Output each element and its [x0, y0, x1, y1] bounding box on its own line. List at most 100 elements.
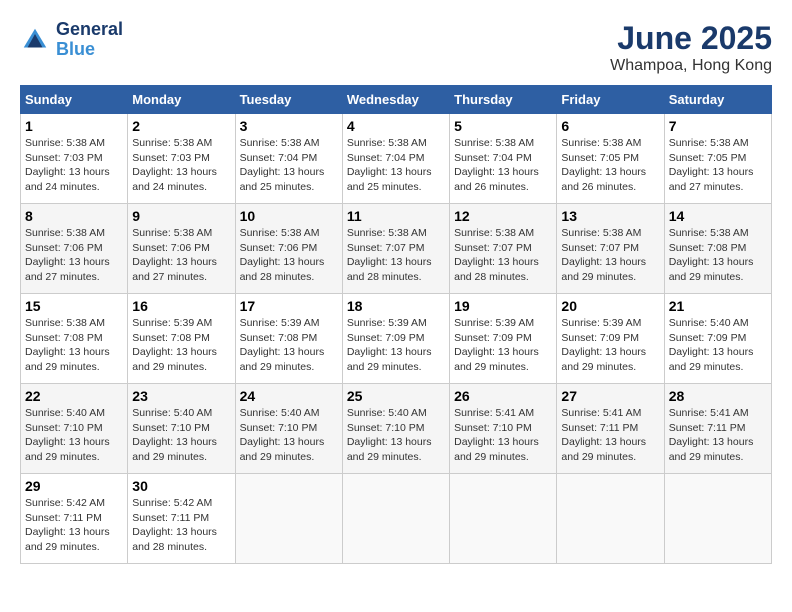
- day-number: 2: [132, 118, 230, 134]
- day-info: Sunrise: 5:40 AMSunset: 7:10 PMDaylight:…: [132, 407, 217, 463]
- day-number: 12: [454, 208, 552, 224]
- day-number: 21: [669, 298, 767, 314]
- calendar-cell: 4 Sunrise: 5:38 AMSunset: 7:04 PMDayligh…: [342, 114, 449, 204]
- logo-text: General Blue: [56, 20, 123, 60]
- day-info: Sunrise: 5:38 AMSunset: 7:06 PMDaylight:…: [25, 227, 110, 283]
- day-number: 22: [25, 388, 123, 404]
- calendar-cell: 9 Sunrise: 5:38 AMSunset: 7:06 PMDayligh…: [128, 204, 235, 294]
- calendar-week-row: 1 Sunrise: 5:38 AMSunset: 7:03 PMDayligh…: [21, 114, 772, 204]
- weekday-header: Saturday: [664, 86, 771, 114]
- page-header: General Blue June 2025 Whampoa, Hong Kon…: [20, 20, 772, 75]
- day-info: Sunrise: 5:42 AMSunset: 7:11 PMDaylight:…: [132, 497, 217, 553]
- calendar-cell: 14 Sunrise: 5:38 AMSunset: 7:08 PMDaylig…: [664, 204, 771, 294]
- day-info: Sunrise: 5:38 AMSunset: 7:08 PMDaylight:…: [25, 317, 110, 373]
- day-number: 7: [669, 118, 767, 134]
- calendar-cell: 13 Sunrise: 5:38 AMSunset: 7:07 PMDaylig…: [557, 204, 664, 294]
- day-number: 11: [347, 208, 445, 224]
- calendar-cell: 23 Sunrise: 5:40 AMSunset: 7:10 PMDaylig…: [128, 384, 235, 474]
- day-info: Sunrise: 5:41 AMSunset: 7:11 PMDaylight:…: [669, 407, 754, 463]
- day-number: 27: [561, 388, 659, 404]
- day-info: Sunrise: 5:38 AMSunset: 7:04 PMDaylight:…: [240, 137, 325, 193]
- calendar-week-row: 29 Sunrise: 5:42 AMSunset: 7:11 PMDaylig…: [21, 474, 772, 564]
- day-number: 10: [240, 208, 338, 224]
- day-info: Sunrise: 5:38 AMSunset: 7:08 PMDaylight:…: [669, 227, 754, 283]
- day-number: 29: [25, 478, 123, 494]
- logo: General Blue: [20, 20, 123, 60]
- logo-line2: Blue: [56, 40, 123, 60]
- calendar-cell: [450, 474, 557, 564]
- calendar-cell: [235, 474, 342, 564]
- calendar-cell: 1 Sunrise: 5:38 AMSunset: 7:03 PMDayligh…: [21, 114, 128, 204]
- calendar-cell: 15 Sunrise: 5:38 AMSunset: 7:08 PMDaylig…: [21, 294, 128, 384]
- day-number: 9: [132, 208, 230, 224]
- weekday-header: Tuesday: [235, 86, 342, 114]
- calendar-cell: 8 Sunrise: 5:38 AMSunset: 7:06 PMDayligh…: [21, 204, 128, 294]
- day-info: Sunrise: 5:40 AMSunset: 7:10 PMDaylight:…: [347, 407, 432, 463]
- day-info: Sunrise: 5:41 AMSunset: 7:10 PMDaylight:…: [454, 407, 539, 463]
- calendar-cell: 20 Sunrise: 5:39 AMSunset: 7:09 PMDaylig…: [557, 294, 664, 384]
- day-info: Sunrise: 5:39 AMSunset: 7:08 PMDaylight:…: [132, 317, 217, 373]
- day-number: 15: [25, 298, 123, 314]
- day-number: 17: [240, 298, 338, 314]
- calendar-cell: 26 Sunrise: 5:41 AMSunset: 7:10 PMDaylig…: [450, 384, 557, 474]
- calendar-cell: [557, 474, 664, 564]
- day-info: Sunrise: 5:38 AMSunset: 7:07 PMDaylight:…: [561, 227, 646, 283]
- day-info: Sunrise: 5:38 AMSunset: 7:04 PMDaylight:…: [347, 137, 432, 193]
- calendar-cell: 25 Sunrise: 5:40 AMSunset: 7:10 PMDaylig…: [342, 384, 449, 474]
- day-info: Sunrise: 5:39 AMSunset: 7:09 PMDaylight:…: [454, 317, 539, 373]
- day-number: 4: [347, 118, 445, 134]
- weekday-header: Sunday: [21, 86, 128, 114]
- calendar-cell: 24 Sunrise: 5:40 AMSunset: 7:10 PMDaylig…: [235, 384, 342, 474]
- day-number: 1: [25, 118, 123, 134]
- day-info: Sunrise: 5:39 AMSunset: 7:09 PMDaylight:…: [561, 317, 646, 373]
- calendar-cell: 27 Sunrise: 5:41 AMSunset: 7:11 PMDaylig…: [557, 384, 664, 474]
- day-number: 25: [347, 388, 445, 404]
- day-info: Sunrise: 5:38 AMSunset: 7:06 PMDaylight:…: [240, 227, 325, 283]
- calendar-cell: 2 Sunrise: 5:38 AMSunset: 7:03 PMDayligh…: [128, 114, 235, 204]
- day-info: Sunrise: 5:38 AMSunset: 7:03 PMDaylight:…: [25, 137, 110, 193]
- day-info: Sunrise: 5:39 AMSunset: 7:09 PMDaylight:…: [347, 317, 432, 373]
- day-number: 26: [454, 388, 552, 404]
- day-number: 20: [561, 298, 659, 314]
- calendar-cell: [664, 474, 771, 564]
- day-info: Sunrise: 5:38 AMSunset: 7:06 PMDaylight:…: [132, 227, 217, 283]
- day-info: Sunrise: 5:38 AMSunset: 7:07 PMDaylight:…: [454, 227, 539, 283]
- day-number: 8: [25, 208, 123, 224]
- calendar-week-row: 8 Sunrise: 5:38 AMSunset: 7:06 PMDayligh…: [21, 204, 772, 294]
- calendar-week-row: 22 Sunrise: 5:40 AMSunset: 7:10 PMDaylig…: [21, 384, 772, 474]
- day-info: Sunrise: 5:38 AMSunset: 7:07 PMDaylight:…: [347, 227, 432, 283]
- day-number: 13: [561, 208, 659, 224]
- calendar-cell: 6 Sunrise: 5:38 AMSunset: 7:05 PMDayligh…: [557, 114, 664, 204]
- calendar-cell: 7 Sunrise: 5:38 AMSunset: 7:05 PMDayligh…: [664, 114, 771, 204]
- weekday-header: Wednesday: [342, 86, 449, 114]
- day-number: 23: [132, 388, 230, 404]
- calendar-cell: 18 Sunrise: 5:39 AMSunset: 7:09 PMDaylig…: [342, 294, 449, 384]
- calendar-cell: 16 Sunrise: 5:39 AMSunset: 7:08 PMDaylig…: [128, 294, 235, 384]
- calendar-cell: [342, 474, 449, 564]
- calendar-cell: 29 Sunrise: 5:42 AMSunset: 7:11 PMDaylig…: [21, 474, 128, 564]
- day-number: 14: [669, 208, 767, 224]
- weekday-header: Friday: [557, 86, 664, 114]
- calendar-table: SundayMondayTuesdayWednesdayThursdayFrid…: [20, 85, 772, 564]
- calendar-cell: 3 Sunrise: 5:38 AMSunset: 7:04 PMDayligh…: [235, 114, 342, 204]
- day-number: 28: [669, 388, 767, 404]
- day-info: Sunrise: 5:41 AMSunset: 7:11 PMDaylight:…: [561, 407, 646, 463]
- day-info: Sunrise: 5:42 AMSunset: 7:11 PMDaylight:…: [25, 497, 110, 553]
- calendar-cell: 17 Sunrise: 5:39 AMSunset: 7:08 PMDaylig…: [235, 294, 342, 384]
- calendar-cell: 22 Sunrise: 5:40 AMSunset: 7:10 PMDaylig…: [21, 384, 128, 474]
- day-info: Sunrise: 5:40 AMSunset: 7:10 PMDaylight:…: [240, 407, 325, 463]
- calendar-cell: 11 Sunrise: 5:38 AMSunset: 7:07 PMDaylig…: [342, 204, 449, 294]
- calendar-cell: 5 Sunrise: 5:38 AMSunset: 7:04 PMDayligh…: [450, 114, 557, 204]
- calendar-cell: 28 Sunrise: 5:41 AMSunset: 7:11 PMDaylig…: [664, 384, 771, 474]
- day-info: Sunrise: 5:38 AMSunset: 7:05 PMDaylight:…: [561, 137, 646, 193]
- day-number: 24: [240, 388, 338, 404]
- day-number: 5: [454, 118, 552, 134]
- calendar-cell: 12 Sunrise: 5:38 AMSunset: 7:07 PMDaylig…: [450, 204, 557, 294]
- title-area: June 2025 Whampoa, Hong Kong: [610, 20, 772, 75]
- calendar-header-row: SundayMondayTuesdayWednesdayThursdayFrid…: [21, 86, 772, 114]
- day-number: 16: [132, 298, 230, 314]
- weekday-header: Monday: [128, 86, 235, 114]
- day-number: 18: [347, 298, 445, 314]
- month-title: June 2025: [610, 20, 772, 57]
- calendar-week-row: 15 Sunrise: 5:38 AMSunset: 7:08 PMDaylig…: [21, 294, 772, 384]
